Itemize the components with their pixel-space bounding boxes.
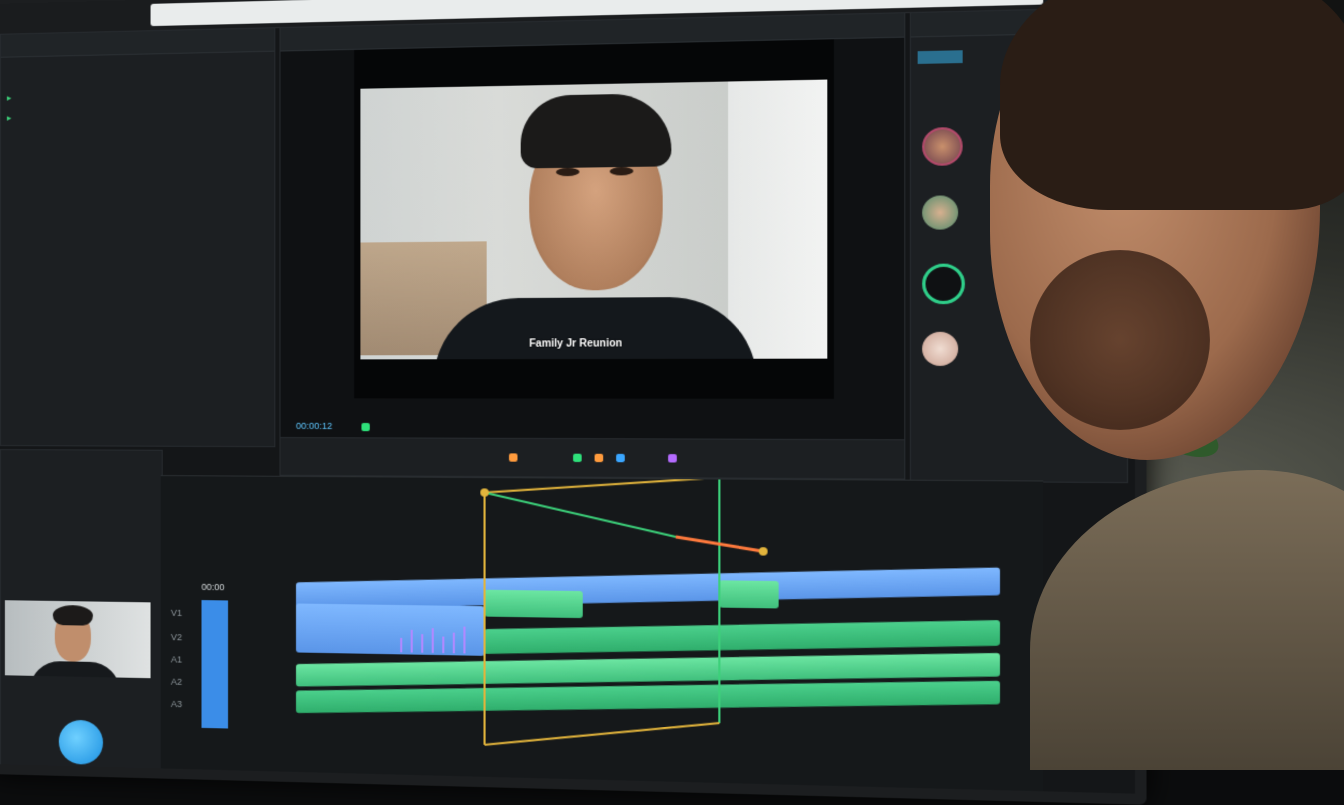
play-indicator[interactable] — [361, 422, 370, 432]
tool-icon[interactable] — [668, 454, 677, 463]
source-panel — [0, 449, 163, 776]
jog-dial[interactable] — [58, 719, 104, 765]
tool-icon[interactable] — [508, 453, 518, 462]
tool-icon[interactable] — [594, 453, 604, 463]
tool-icon[interactable] — [573, 453, 582, 463]
keyframe-overlay — [480, 476, 1044, 792]
timeline-panel: 00:00 V1 V2 A1 A2 A3 — [160, 475, 1076, 793]
subtitle-caption: Family Jr Reunion — [529, 338, 623, 350]
media-browser-panel: ▸ ▸ — [0, 27, 276, 448]
folder-item[interactable]: ▸ — [7, 93, 12, 104]
video-viewer[interactable]: Family Jr Reunion — [354, 39, 834, 399]
edit-toolbar — [279, 437, 906, 480]
avatar[interactable] — [922, 195, 959, 230]
panel-header — [0, 28, 275, 58]
avatar[interactable] — [922, 331, 959, 366]
person-foreground — [970, 0, 1344, 770]
avatar[interactable] — [922, 127, 963, 166]
avatar[interactable] — [922, 263, 965, 305]
viewer-timecode: 00:00:12 — [296, 420, 333, 432]
clip-thumbnail[interactable] — [4, 600, 151, 679]
video-frame: Family Jr Reunion — [360, 79, 828, 360]
folder-item[interactable]: ▸ — [7, 113, 12, 124]
tool-icon[interactable] — [616, 453, 625, 463]
effects-tab[interactable] — [917, 50, 963, 64]
